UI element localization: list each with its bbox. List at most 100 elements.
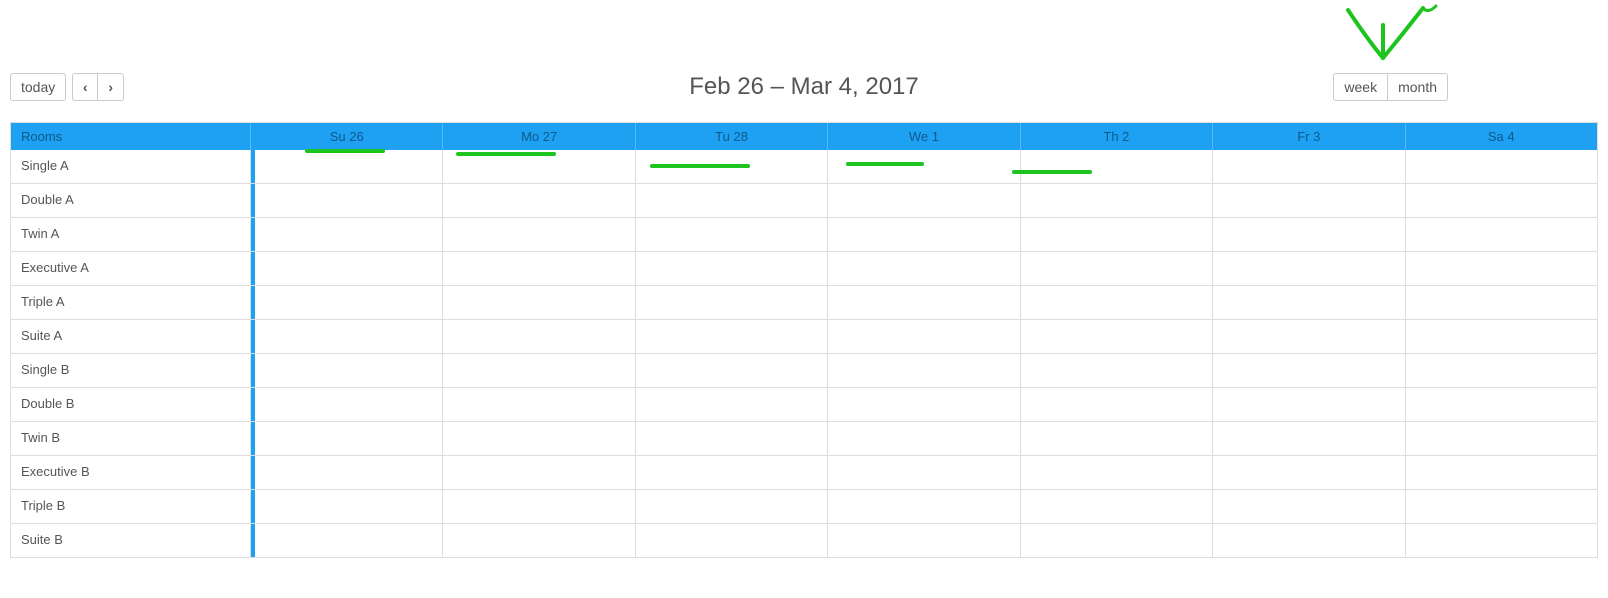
day-cell[interactable] [1021,286,1213,319]
day-cell[interactable] [636,490,828,523]
day-cell[interactable] [1021,252,1213,285]
day-cell[interactable] [636,388,828,421]
day-cell[interactable] [251,252,443,285]
day-cell[interactable] [828,422,1020,455]
resource-cell[interactable]: Double A [11,184,251,217]
resource-cell[interactable]: Executive B [11,456,251,489]
resource-cell[interactable]: Suite B [11,524,251,557]
day-cell[interactable] [1406,354,1597,387]
day-cell[interactable] [1021,490,1213,523]
day-cell[interactable] [251,286,443,319]
day-cell[interactable] [1213,388,1405,421]
day-cell[interactable] [636,320,828,353]
day-cell[interactable] [1406,286,1597,319]
resource-cell[interactable]: Single A [11,150,251,183]
day-cell[interactable] [251,422,443,455]
day-cell[interactable] [1021,388,1213,421]
day-cell[interactable] [443,422,635,455]
day-cell[interactable] [251,218,443,251]
day-cell[interactable] [443,388,635,421]
day-cell[interactable] [1406,456,1597,489]
day-cell[interactable] [251,150,443,183]
day-cell[interactable] [828,252,1020,285]
resource-cell[interactable]: Executive A [11,252,251,285]
today-button[interactable]: today [10,73,66,101]
day-cell[interactable] [1213,422,1405,455]
day-cell[interactable] [636,218,828,251]
day-cell[interactable] [828,456,1020,489]
day-cell[interactable] [251,456,443,489]
day-cell[interactable] [443,252,635,285]
day-cell[interactable] [1213,524,1405,557]
day-cell[interactable] [443,490,635,523]
day-cell[interactable] [1406,422,1597,455]
resource-cell[interactable]: Triple A [11,286,251,319]
day-cell[interactable] [828,354,1020,387]
header-day-fr[interactable]: Fr 3 [1213,123,1405,150]
day-cell[interactable] [443,456,635,489]
day-cell[interactable] [636,354,828,387]
day-cell[interactable] [828,218,1020,251]
resource-cell[interactable]: Twin B [11,422,251,455]
day-cell[interactable] [1406,320,1597,353]
day-cell[interactable] [251,490,443,523]
resource-cell[interactable]: Double B [11,388,251,421]
day-cell[interactable] [636,184,828,217]
day-cell[interactable] [1021,524,1213,557]
day-cell[interactable] [1213,320,1405,353]
day-cell[interactable] [636,456,828,489]
resource-cell[interactable]: Suite A [11,320,251,353]
day-cell[interactable] [1213,456,1405,489]
day-cell[interactable] [636,422,828,455]
day-cell[interactable] [828,286,1020,319]
day-cell[interactable] [1021,354,1213,387]
header-day-su[interactable]: Su 26 [251,123,443,150]
day-cell[interactable] [1213,150,1405,183]
day-cell[interactable] [1021,218,1213,251]
day-cell[interactable] [1213,354,1405,387]
header-day-we[interactable]: We 1 [828,123,1020,150]
resource-cell[interactable]: Single B [11,354,251,387]
day-cell[interactable] [828,388,1020,421]
day-cell[interactable] [828,184,1020,217]
day-cell[interactable] [1406,490,1597,523]
day-cell[interactable] [443,218,635,251]
prev-button[interactable]: ‹ [72,73,98,101]
header-day-sa[interactable]: Sa 4 [1406,123,1597,150]
day-cell[interactable] [1021,456,1213,489]
day-cell[interactable] [828,150,1020,183]
day-cell[interactable] [1213,218,1405,251]
week-view-button[interactable]: week [1333,73,1388,101]
day-cell[interactable] [636,252,828,285]
day-cell[interactable] [443,354,635,387]
header-day-th[interactable]: Th 2 [1021,123,1213,150]
day-cell[interactable] [1021,422,1213,455]
day-cell[interactable] [251,388,443,421]
day-cell[interactable] [1213,286,1405,319]
day-cell[interactable] [251,320,443,353]
day-cell[interactable] [251,184,443,217]
day-cell[interactable] [443,286,635,319]
day-cell[interactable] [251,524,443,557]
day-cell[interactable] [1406,252,1597,285]
day-cell[interactable] [1213,252,1405,285]
day-cell[interactable] [1213,490,1405,523]
month-view-button[interactable]: month [1388,73,1448,101]
next-button[interactable]: › [98,73,124,101]
resource-cell[interactable]: Twin A [11,218,251,251]
day-cell[interactable] [1406,150,1597,183]
resource-cell[interactable]: Triple B [11,490,251,523]
day-cell[interactable] [636,524,828,557]
day-cell[interactable] [1406,524,1597,557]
day-cell[interactable] [443,320,635,353]
day-cell[interactable] [828,524,1020,557]
header-day-tu[interactable]: Tu 28 [636,123,828,150]
day-cell[interactable] [828,490,1020,523]
day-cell[interactable] [1021,184,1213,217]
day-cell[interactable] [251,354,443,387]
day-cell[interactable] [1021,150,1213,183]
day-cell[interactable] [1406,218,1597,251]
day-cell[interactable] [636,286,828,319]
day-cell[interactable] [443,524,635,557]
day-cell[interactable] [1021,320,1213,353]
